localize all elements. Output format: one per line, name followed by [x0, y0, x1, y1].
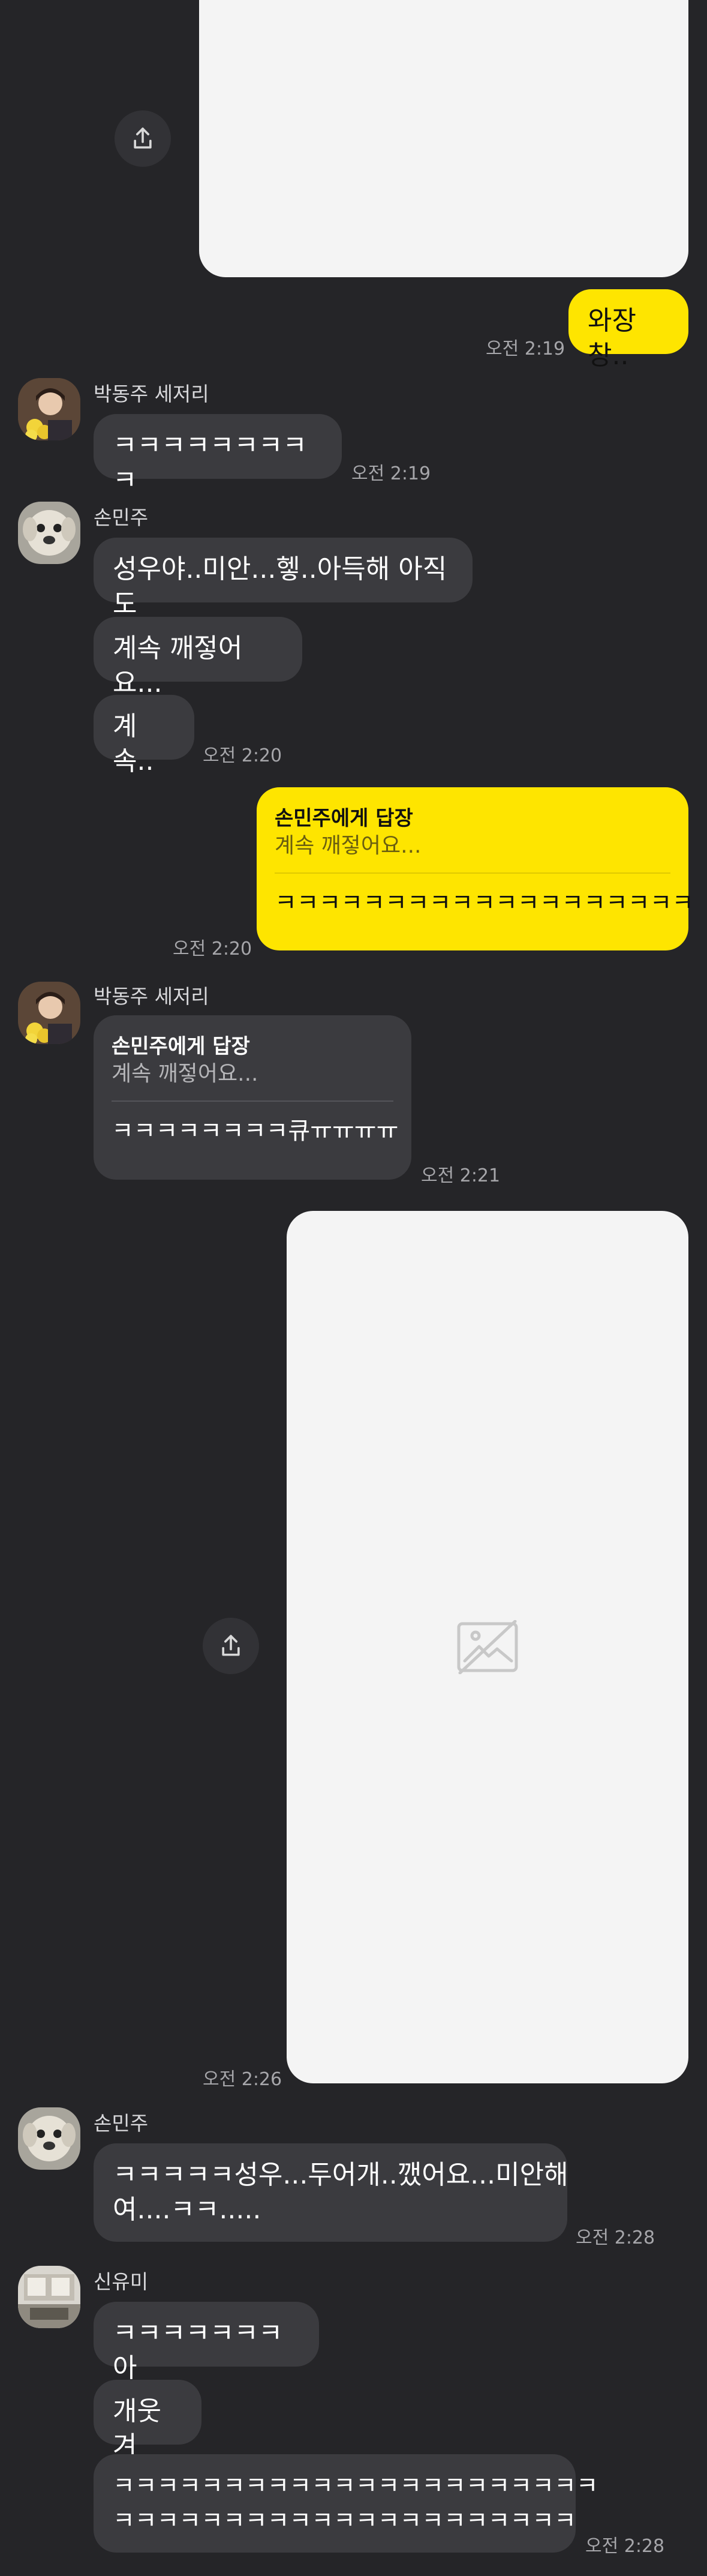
reply-title: 손민주에게 답장 [275, 806, 413, 830]
message-line: 여....ㅋㅋ..... [113, 2194, 261, 2225]
sent-image[interactable] [287, 1211, 688, 2083]
sender-name: 손민주 [94, 2112, 149, 2135]
sender-name: 박동주 세저리 [94, 382, 209, 406]
reply-text: ㅋㅋㅋㅋㅋㅋㅋㅋ큐ㅠㅠㅠㅠ [112, 1117, 399, 1145]
broken-image-icon [457, 1620, 518, 1674]
message-time: 오전 2:20 [203, 745, 282, 766]
avatar[interactable] [18, 982, 80, 1044]
message-line: ㅋㅋㅋㅋㅋ성우...두어개..깼어요...미안해 [113, 2160, 568, 2190]
sent-reply-message[interactable]: 손민주에게 답장 계속 깨젛어요... ㅋㅋㅋㅋㅋㅋㅋㅋㅋㅋㅋㅋㅋㅋㅋㅋㅋㅋㅋ [257, 787, 694, 950]
avatar[interactable] [18, 2107, 80, 2170]
message-time: 오전 2:28 [576, 2227, 655, 2248]
received-message[interactable]: 개웃겨 [94, 2380, 201, 2461]
sender-name: 손민주 [94, 506, 149, 529]
share-button[interactable] [115, 110, 171, 167]
share-button[interactable] [203, 1618, 259, 1674]
avatar[interactable] [18, 378, 80, 440]
received-message[interactable]: 성우야..미안...헿..아득해 아직도 [94, 538, 473, 619]
sent-message[interactable]: 와장창.. [568, 289, 688, 371]
reply-quote: 계속 깨젛어요... [112, 1061, 258, 1086]
message-line: ㅋㅋㅋㅋㅋㅋㅋㅋㅋㅋㅋㅋㅋㅋㅋㅋㅋㅋㅋㅋㅋㅋ [113, 2472, 598, 2500]
reply-divider [112, 1100, 393, 1102]
received-message[interactable]: ㅋㅋㅋㅋㅋㅋㅋㅋㅋ [94, 414, 342, 496]
received-message[interactable]: 계속 깨젛어요... [94, 617, 302, 698]
sender-name: 신유미 [94, 2270, 149, 2293]
reply-title: 손민주에게 답장 [112, 1034, 250, 1058]
message-time: 오전 2:19 [351, 463, 431, 484]
sent-image-top[interactable] [199, 0, 688, 277]
message-time: 오전 2:19 [486, 338, 565, 359]
message-time: 오전 2:28 [585, 2536, 665, 2557]
reply-text: ㅋㅋㅋㅋㅋㅋㅋㅋㅋㅋㅋㅋㅋㅋㅋㅋㅋㅋㅋ [275, 889, 694, 917]
message-time: 오전 2:20 [173, 938, 252, 959]
received-reply-message[interactable]: 손민주에게 답장 계속 깨젛어요... ㅋㅋㅋㅋㅋㅋㅋㅋ큐ㅠㅠㅠㅠ [94, 1015, 411, 1180]
avatar[interactable] [18, 502, 80, 564]
share-icon [222, 1635, 240, 1656]
reply-divider [275, 872, 670, 874]
received-message[interactable]: ㅋㅋㅋㅋㅋㅋㅋ아 [94, 2302, 319, 2383]
message-line: ㅋㅋㅋㅋㅋㅋㅋㅋㅋㅋㅋㅋㅋㅋㅋㅋㅋㅋㅋㅋㅋ [113, 2507, 576, 2535]
received-message[interactable]: ㅋㅋㅋㅋㅋ성우...두어개..깼어요...미안해 여....ㅋㅋ..... [94, 2143, 568, 2242]
sender-name: 박동주 세저리 [94, 985, 209, 1008]
reply-quote: 계속 깨젛어요... [275, 833, 422, 858]
message-time: 오전 2:21 [421, 1165, 501, 1186]
received-message[interactable]: 계속.. [94, 695, 194, 776]
received-message[interactable]: ㅋㅋㅋㅋㅋㅋㅋㅋㅋㅋㅋㅋㅋㅋㅋㅋㅋㅋㅋㅋㅋㅋ ㅋㅋㅋㅋㅋㅋㅋㅋㅋㅋㅋㅋㅋㅋㅋㅋㅋ… [94, 2454, 598, 2553]
share-icon [134, 127, 152, 149]
avatar[interactable] [18, 2266, 80, 2328]
message-time: 오전 2:26 [203, 2069, 282, 2090]
